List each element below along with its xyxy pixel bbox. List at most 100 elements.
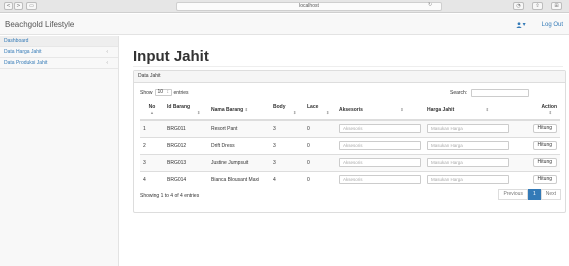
sidebar-item-label: Data Produksi Jahit xyxy=(4,60,48,66)
column-header-id-barang[interactable]: Id Barang ⇕ xyxy=(164,101,208,121)
column-header-aksesoris[interactable]: Aksesoris ⇕ xyxy=(336,101,424,121)
table-search: Search: xyxy=(450,89,530,97)
sort-icon: ⇕ xyxy=(197,110,201,115)
cell-lace: 0 xyxy=(304,136,336,154)
column-header-lace[interactable]: Lace ⇕ xyxy=(304,101,336,121)
cell-aksesoris: Aksesoris xyxy=(336,136,424,154)
new-tab-icon[interactable]: ⊞ xyxy=(551,2,562,10)
aksesoris-input[interactable]: Aksesoris xyxy=(339,124,421,134)
harga-jahit-input[interactable]: Masukan Harga xyxy=(427,158,509,167)
caret-down-icon: ▾ xyxy=(522,22,526,28)
cell-harga-jahit: Masukan Harga xyxy=(424,170,512,188)
aksesoris-input[interactable]: Aksesoris xyxy=(339,141,421,150)
entries-label: entries xyxy=(173,89,189,96)
cell-no: 1 xyxy=(140,119,164,137)
pagination: Previous 1 Next xyxy=(498,189,561,200)
hitung-button[interactable]: Hitung xyxy=(532,124,557,134)
back-button[interactable]: < xyxy=(4,2,13,10)
sidebar-item-data-harga-jahit[interactable]: Data Harga Jahit ‹ xyxy=(0,47,118,58)
browser-chrome: < > ▭ localhost ↻ ◔ ⇧ ⊞ xyxy=(0,0,569,13)
brand-title[interactable]: Beachgold Lifestyle xyxy=(5,20,74,29)
harga-jahit-input[interactable]: Masukan Harga xyxy=(427,175,509,185)
cell-body: 4 xyxy=(270,170,304,188)
user-menu[interactable]: ▾ xyxy=(515,21,526,28)
address-bar[interactable]: localhost xyxy=(176,2,442,11)
select-arrows-icon: ↕ xyxy=(166,89,169,95)
table-row: 1 BRG011 Resort Pant 3 0 Aksesoris Masuk… xyxy=(140,119,560,137)
cell-id-barang: BRG014 xyxy=(164,170,208,188)
cell-lace: 0 xyxy=(304,170,336,188)
column-label: Aksesoris xyxy=(339,107,363,113)
column-label: Nama Barang xyxy=(211,107,244,113)
aksesoris-input[interactable]: Aksesoris xyxy=(339,175,421,185)
data-jahit-panel: Data Jahit Show 10 ↕ entries Search: No ▲… xyxy=(133,70,566,213)
table-row: 3 BRG013 Justine Jumpsuit 3 0 Aksesoris … xyxy=(140,153,560,171)
column-header-no[interactable]: No ▲ xyxy=(140,101,164,121)
entries-length-control: Show 10 ↕ entries xyxy=(140,89,189,96)
panel-heading: Data Jahit xyxy=(134,71,565,83)
column-label: Body xyxy=(273,104,286,110)
pagination-next[interactable]: Next xyxy=(540,189,561,200)
sidebar: Dashboard Data Harga Jahit ‹ Data Produk… xyxy=(0,36,119,266)
divider xyxy=(133,66,563,67)
sidebar-item-data-produksi-jahit[interactable]: Data Produksi Jahit ‹ xyxy=(0,58,118,69)
entries-select-value: 10 xyxy=(157,89,164,95)
column-header-action[interactable]: Action ⇕ xyxy=(512,101,560,121)
cell-id-barang: BRG011 xyxy=(164,119,208,137)
cell-action: Hitung xyxy=(512,119,560,137)
page-title: Input Jahit xyxy=(133,48,209,65)
cell-nama-barang: Resort Pant xyxy=(208,119,270,137)
chevron-left-icon: ‹ xyxy=(106,49,108,55)
cell-id-barang: BRG012 xyxy=(164,136,208,154)
cell-harga-jahit: Masukan Harga xyxy=(424,136,512,154)
download-icon[interactable]: ◔ xyxy=(513,2,524,10)
cell-aksesoris: Aksesoris xyxy=(336,153,424,171)
cell-action: Hitung xyxy=(512,153,560,171)
cell-harga-jahit: Masukan Harga xyxy=(424,119,512,137)
search-label: Search: xyxy=(450,90,468,96)
sidebar-item-label: Dashboard xyxy=(4,38,29,44)
cell-aksesoris: Aksesoris xyxy=(336,119,424,137)
hitung-button[interactable]: Hitung xyxy=(532,158,557,167)
sidebar-item-dashboard[interactable]: Dashboard xyxy=(0,36,118,47)
share-icon[interactable]: ⇧ xyxy=(532,2,543,10)
user-icon xyxy=(515,21,522,28)
search-input[interactable] xyxy=(471,89,530,97)
cell-nama-barang: Bianca Blousant Maxi xyxy=(208,170,270,188)
sort-asc-icon: ▲ xyxy=(150,110,154,115)
harga-jahit-input[interactable]: Masukan Harga xyxy=(427,124,509,134)
sidebar-toggle-icon[interactable]: ▭ xyxy=(26,2,37,10)
pagination-previous[interactable]: Previous xyxy=(498,189,528,200)
harga-jahit-input[interactable]: Masukan Harga xyxy=(427,141,509,150)
entries-select[interactable]: 10 ↕ xyxy=(154,89,172,96)
cell-aksesoris: Aksesoris xyxy=(336,170,424,188)
hitung-button[interactable]: Hitung xyxy=(532,175,557,185)
sort-icon: ⇕ xyxy=(293,110,297,115)
column-header-body[interactable]: Body ⇕ xyxy=(270,101,304,121)
table-row: 2 BRG012 Drift Dress 3 0 Aksesoris Masuk… xyxy=(140,136,560,154)
table-header-row: No ▲ Id Barang ⇕ Nama Barang ⇕ Body ⇕ Lace ⇕… xyxy=(140,101,560,121)
aksesoris-input[interactable]: Aksesoris xyxy=(339,158,421,167)
cell-nama-barang: Drift Dress xyxy=(208,136,270,154)
sort-icon: ⇕ xyxy=(400,107,404,112)
cell-body: 3 xyxy=(270,136,304,154)
logout-link[interactable]: Log Out xyxy=(542,22,563,28)
cell-harga-jahit: Masukan Harga xyxy=(424,153,512,171)
column-header-harga-jahit[interactable]: Harga Jahit ⇕ xyxy=(424,101,512,121)
sort-icon: ⇕ xyxy=(485,107,489,112)
cell-lace: 0 xyxy=(304,153,336,171)
reload-icon[interactable]: ↻ xyxy=(428,2,432,8)
pagination-page-1[interactable]: 1 xyxy=(527,189,541,200)
cell-body: 3 xyxy=(270,119,304,137)
cell-lace: 0 xyxy=(304,119,336,137)
sort-icon: ⇕ xyxy=(244,107,248,112)
forward-button[interactable]: > xyxy=(14,2,23,10)
sidebar-item-label: Data Harga Jahit xyxy=(4,49,42,55)
top-navbar: Beachgold Lifestyle ▾ Log Out xyxy=(0,14,569,35)
cell-id-barang: BRG013 xyxy=(164,153,208,171)
cell-action: Hitung xyxy=(512,136,560,154)
data-jahit-table: No ▲ Id Barang ⇕ Nama Barang ⇕ Body ⇕ Lace ⇕… xyxy=(140,101,560,188)
column-label: Lace xyxy=(307,104,319,110)
hitung-button[interactable]: Hitung xyxy=(532,141,557,150)
column-header-nama-barang[interactable]: Nama Barang ⇕ xyxy=(208,101,270,121)
